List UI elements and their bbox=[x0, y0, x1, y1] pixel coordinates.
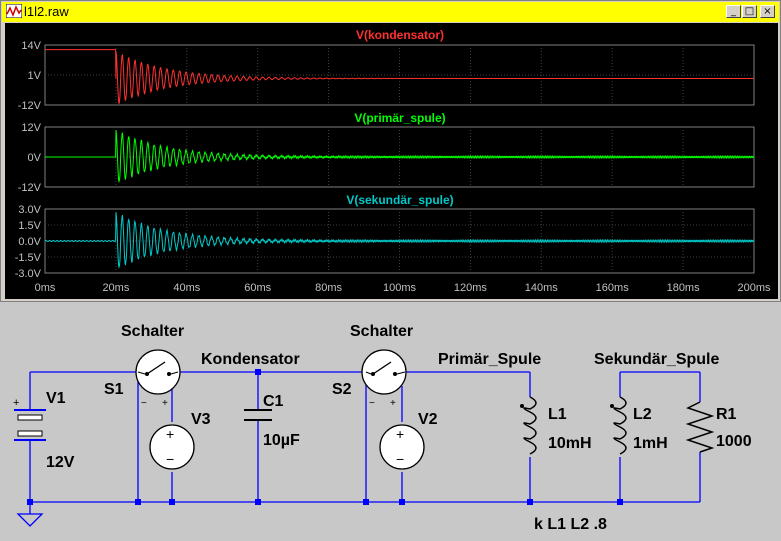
node-sekundaer-label: Sekundär_Spule bbox=[594, 351, 719, 368]
x-tick-label: 160ms bbox=[596, 282, 630, 294]
l1-name-label: L1 bbox=[548, 406, 567, 423]
s2-plus-mark: + bbox=[390, 398, 396, 409]
v3-plus: + bbox=[166, 426, 174, 442]
x-tick-label: 80ms bbox=[315, 282, 342, 294]
node-kondensator-label: Kondensator bbox=[201, 351, 300, 368]
waveform-window: l1l2.raw _ □ × V(kondensator) V(primär_s… bbox=[0, 0, 781, 302]
s2-switch-symbol[interactable] bbox=[361, 349, 407, 395]
r1-name-label: R1 bbox=[716, 406, 737, 423]
x-tick-label: 0ms bbox=[35, 282, 56, 294]
x-tick-label: 180ms bbox=[667, 282, 701, 294]
v1-plus: + bbox=[13, 397, 19, 409]
minimize-button[interactable]: _ bbox=[726, 5, 741, 18]
waveform-app-icon bbox=[6, 4, 22, 18]
pane-title-kondensator: V(kondensator) bbox=[356, 28, 444, 42]
l2-value-label: 1mH bbox=[633, 435, 668, 452]
x-tick-label: 40ms bbox=[173, 282, 200, 294]
y-tick-label: 1V bbox=[28, 70, 42, 82]
s1-plus-mark: + bbox=[162, 398, 168, 409]
y-tick-label: 1.5V bbox=[18, 220, 41, 232]
s1-minus-mark: − bbox=[141, 398, 147, 409]
pane-title-sekundaer: V(sekundär_spule) bbox=[346, 193, 453, 207]
y-tick-label: 0.0V bbox=[18, 236, 41, 248]
s1-name-label: S1 bbox=[104, 381, 124, 398]
y-tick-label: -12V bbox=[18, 182, 42, 194]
v3-name-label: V3 bbox=[191, 411, 211, 428]
waveform-plot-area[interactable]: V(kondensator) V(primär_spule) V(sekundä… bbox=[5, 23, 778, 299]
x-tick-label: 100ms bbox=[383, 282, 417, 294]
s2-name-label: S2 bbox=[332, 381, 352, 398]
c1-name-label: C1 bbox=[263, 393, 284, 410]
schematic-canvas[interactable]: + − + + − − + + − V1 12V Schalter S1 V3 … bbox=[0, 302, 781, 541]
s1-switch-symbol[interactable] bbox=[135, 349, 181, 395]
x-tick-label: 20ms bbox=[102, 282, 129, 294]
v2-minus: − bbox=[396, 451, 404, 467]
restore-button[interactable]: □ bbox=[742, 5, 757, 18]
r1-value-label: 1000 bbox=[716, 433, 752, 450]
v2-plus: + bbox=[396, 426, 404, 442]
y-tick-label: 0V bbox=[28, 152, 42, 164]
y-tick-label: 14V bbox=[21, 40, 41, 52]
v1-name-label: V1 bbox=[46, 390, 66, 407]
coupling-directive[interactable]: k L1 L2 .8 bbox=[534, 516, 607, 533]
l1-value-label: 10mH bbox=[548, 435, 592, 452]
x-tick-label: 200ms bbox=[737, 282, 771, 294]
v3-minus: − bbox=[166, 451, 174, 467]
close-button[interactable]: × bbox=[760, 5, 775, 18]
y-tick-label: 12V bbox=[21, 122, 41, 134]
window-titlebar[interactable]: l1l2.raw _ □ × bbox=[2, 2, 779, 22]
x-tick-label: 60ms bbox=[244, 282, 271, 294]
s2-minus-mark: − bbox=[369, 398, 375, 409]
v2-name-label: V2 bbox=[418, 411, 438, 428]
x-tick-label: 140ms bbox=[525, 282, 559, 294]
y-tick-label: -3.0V bbox=[15, 268, 42, 280]
y-tick-label: -1.5V bbox=[15, 252, 42, 264]
window-title: l1l2.raw bbox=[24, 4, 69, 19]
y-tick-label: -12V bbox=[18, 100, 42, 112]
l2-name-label: L2 bbox=[633, 406, 652, 423]
y-tick-label: 3.0V bbox=[18, 204, 41, 216]
s2-model-label: Schalter bbox=[350, 323, 413, 340]
pane-title-primaer: V(primär_spule) bbox=[354, 111, 445, 125]
c1-value-label: 10µF bbox=[263, 432, 300, 449]
v1-value-label: 12V bbox=[46, 454, 75, 471]
s1-model-label: Schalter bbox=[121, 323, 184, 340]
node-primaer-label: Primär_Spule bbox=[438, 351, 541, 368]
x-tick-label: 120ms bbox=[454, 282, 488, 294]
